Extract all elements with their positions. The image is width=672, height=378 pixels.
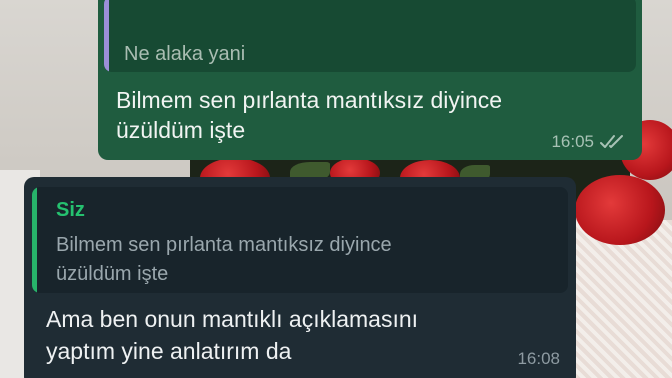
- quote-accent-bar: [104, 0, 109, 72]
- message-time: 16:05: [551, 132, 594, 151]
- quoted-message[interactable]: Ne alaka yani: [104, 0, 636, 72]
- message-time: 16:08: [517, 349, 560, 368]
- quoted-sender: Siz: [56, 199, 85, 221]
- message-line: Bilmem sen pırlanta mantıksız diyince: [116, 87, 503, 113]
- quoted-line: Bilmem sen pırlanta mantıksız diyince: [56, 234, 392, 256]
- quoted-line: üzüldüm işte: [56, 263, 169, 285]
- message-text: Bilmem sen pırlanta mantıksız diyince üz…: [116, 85, 596, 145]
- message-text: Ama ben onun mantıklı açıklamasını yaptı…: [46, 303, 526, 367]
- quoted-message[interactable]: Siz Bilmem sen pırlanta mantıksız diyinc…: [32, 187, 568, 293]
- quote-accent-bar: [32, 187, 37, 293]
- message-meta: 16:05: [551, 132, 628, 152]
- message-line: üzüldüm işte: [116, 117, 246, 143]
- incoming-message-bubble[interactable]: Siz Bilmem sen pırlanta mantıksız diyinc…: [24, 177, 576, 378]
- quoted-text: Ne alaka yani: [124, 43, 246, 65]
- outgoing-message-bubble[interactable]: Ne alaka yani Bilmem sen pırlanta mantık…: [98, 0, 642, 160]
- message-line: yaptım yine anlatırım da: [46, 338, 292, 364]
- double-check-icon: [600, 135, 623, 148]
- quoted-text: Bilmem sen pırlanta mantıksız diyince üz…: [56, 231, 536, 289]
- rose-image: [575, 175, 665, 245]
- message-line: Ama ben onun mantıklı açıklamasını: [46, 306, 419, 332]
